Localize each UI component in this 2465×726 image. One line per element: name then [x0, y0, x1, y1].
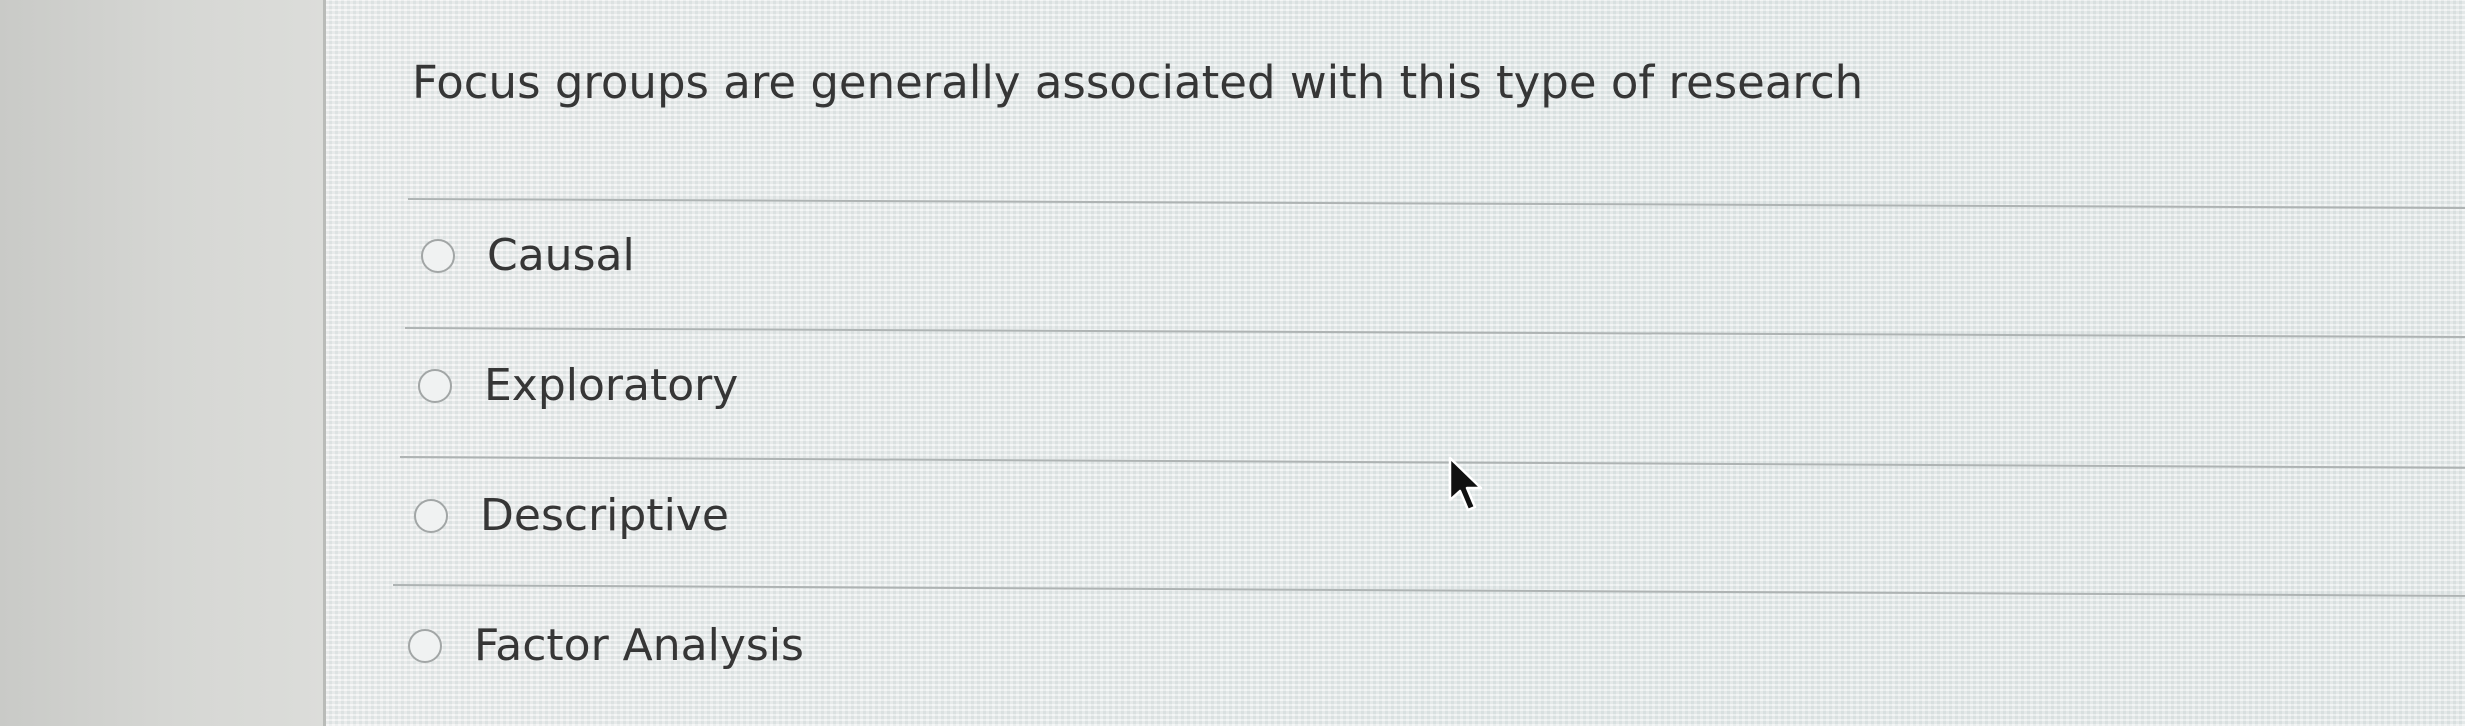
- option-descriptive[interactable]: Descriptive: [414, 490, 729, 541]
- option-label: Factor Analysis: [474, 620, 804, 671]
- radio-button[interactable]: [414, 498, 448, 533]
- option-causal[interactable]: Causal: [421, 230, 635, 281]
- left-gutter: [0, 0, 325, 726]
- option-label: Causal: [487, 230, 635, 281]
- radio-button[interactable]: [408, 628, 442, 663]
- option-label: Exploratory: [484, 360, 739, 411]
- question-text: Focus groups are generally associated wi…: [412, 56, 1864, 109]
- arrow-pointer-icon: [1448, 456, 1483, 512]
- option-factor-analysis[interactable]: Factor Analysis: [408, 620, 804, 671]
- option-exploratory[interactable]: Exploratory: [418, 360, 738, 411]
- radio-button[interactable]: [418, 368, 452, 403]
- radio-button[interactable]: [421, 238, 455, 273]
- option-label: Descriptive: [480, 490, 729, 541]
